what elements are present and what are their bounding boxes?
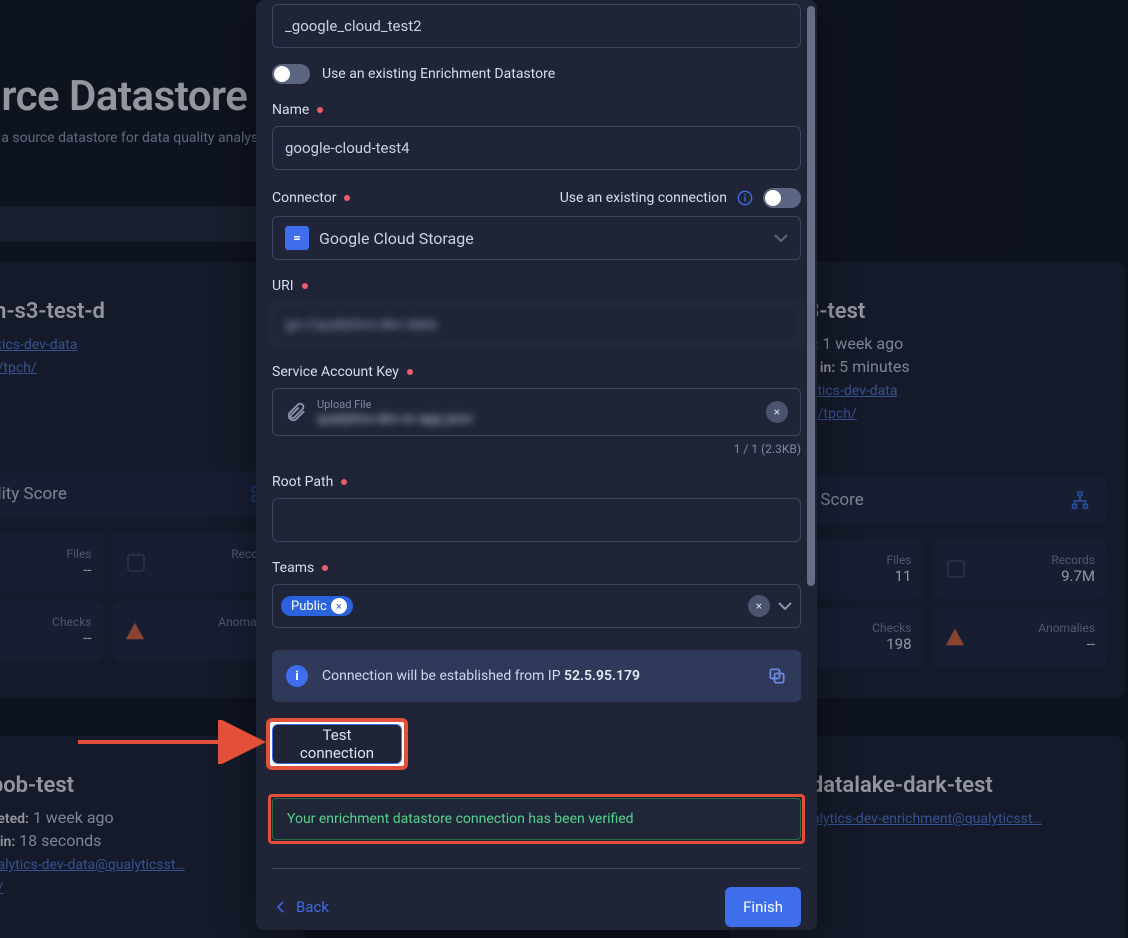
uploaded-file-name: qualytics-dev-or-app.json: [317, 411, 756, 427]
back-label: Back: [296, 898, 329, 916]
chevron-left-icon: [272, 898, 290, 916]
chevron-down-icon: [778, 602, 792, 610]
svc-key-label: Service Account Key: [272, 364, 399, 380]
teams-label: Teams: [272, 560, 314, 576]
uri-label: URI: [272, 278, 294, 294]
add-datastore-modal: Use an existing Enrichment Datastore Nam…: [256, 0, 817, 930]
rootpath-label: Root Path: [272, 474, 333, 490]
scrollbar-thumb[interactable]: [807, 6, 815, 586]
required-icon: [317, 107, 323, 113]
rootpath-input[interactable]: [272, 498, 801, 542]
team-chip-label: Public: [291, 599, 327, 614]
required-icon: [344, 195, 350, 201]
required-icon: [302, 283, 308, 289]
ip-value: 52.5.95.179: [564, 668, 640, 684]
service-account-key-input[interactable]: Upload File qualytics-dev-or-app.json ×: [272, 388, 801, 436]
connector-select[interactable]: Google Cloud Storage: [272, 216, 801, 260]
test-connection-button[interactable]: Test connection: [272, 724, 402, 764]
use-existing-conn-label: Use an existing connection: [560, 190, 727, 206]
teams-select[interactable]: Public × ×: [272, 584, 801, 628]
uri-input[interactable]: [272, 302, 801, 346]
connector-value: Google Cloud Storage: [319, 229, 474, 248]
name-input[interactable]: [272, 126, 801, 170]
required-icon: [407, 369, 413, 375]
ip-prefix: Connection will be established from IP: [322, 668, 564, 684]
name-label: Name: [272, 102, 309, 118]
use-existing-ds-label: Use an existing Enrichment Datastore: [322, 66, 555, 82]
chevron-down-icon: [774, 234, 788, 242]
ip-info-banner: i Connection will be established from IP…: [272, 650, 801, 702]
highlight-box: [268, 794, 805, 844]
copy-icon[interactable]: [767, 666, 787, 686]
back-button[interactable]: Back: [272, 898, 329, 916]
clear-teams-button[interactable]: ×: [748, 595, 770, 617]
connector-label: Connector: [272, 190, 336, 206]
clear-file-button[interactable]: ×: [766, 401, 788, 423]
gcs-icon: [285, 226, 309, 250]
upload-file-label: Upload File: [317, 398, 756, 411]
finish-button[interactable]: Finish: [725, 887, 801, 927]
info-icon: i: [286, 665, 308, 687]
remove-chip-icon[interactable]: ×: [331, 598, 347, 614]
enrichment-name-input[interactable]: [272, 4, 801, 48]
required-icon: [322, 565, 328, 571]
use-existing-ds-toggle[interactable]: [272, 64, 310, 84]
paperclip-icon: [285, 401, 307, 423]
use-existing-conn-toggle[interactable]: [763, 188, 801, 208]
file-meta: 1 / 1 (2.3KB): [272, 442, 801, 456]
required-icon: [341, 479, 347, 485]
info-icon[interactable]: [737, 190, 753, 206]
team-chip[interactable]: Public ×: [281, 596, 353, 616]
